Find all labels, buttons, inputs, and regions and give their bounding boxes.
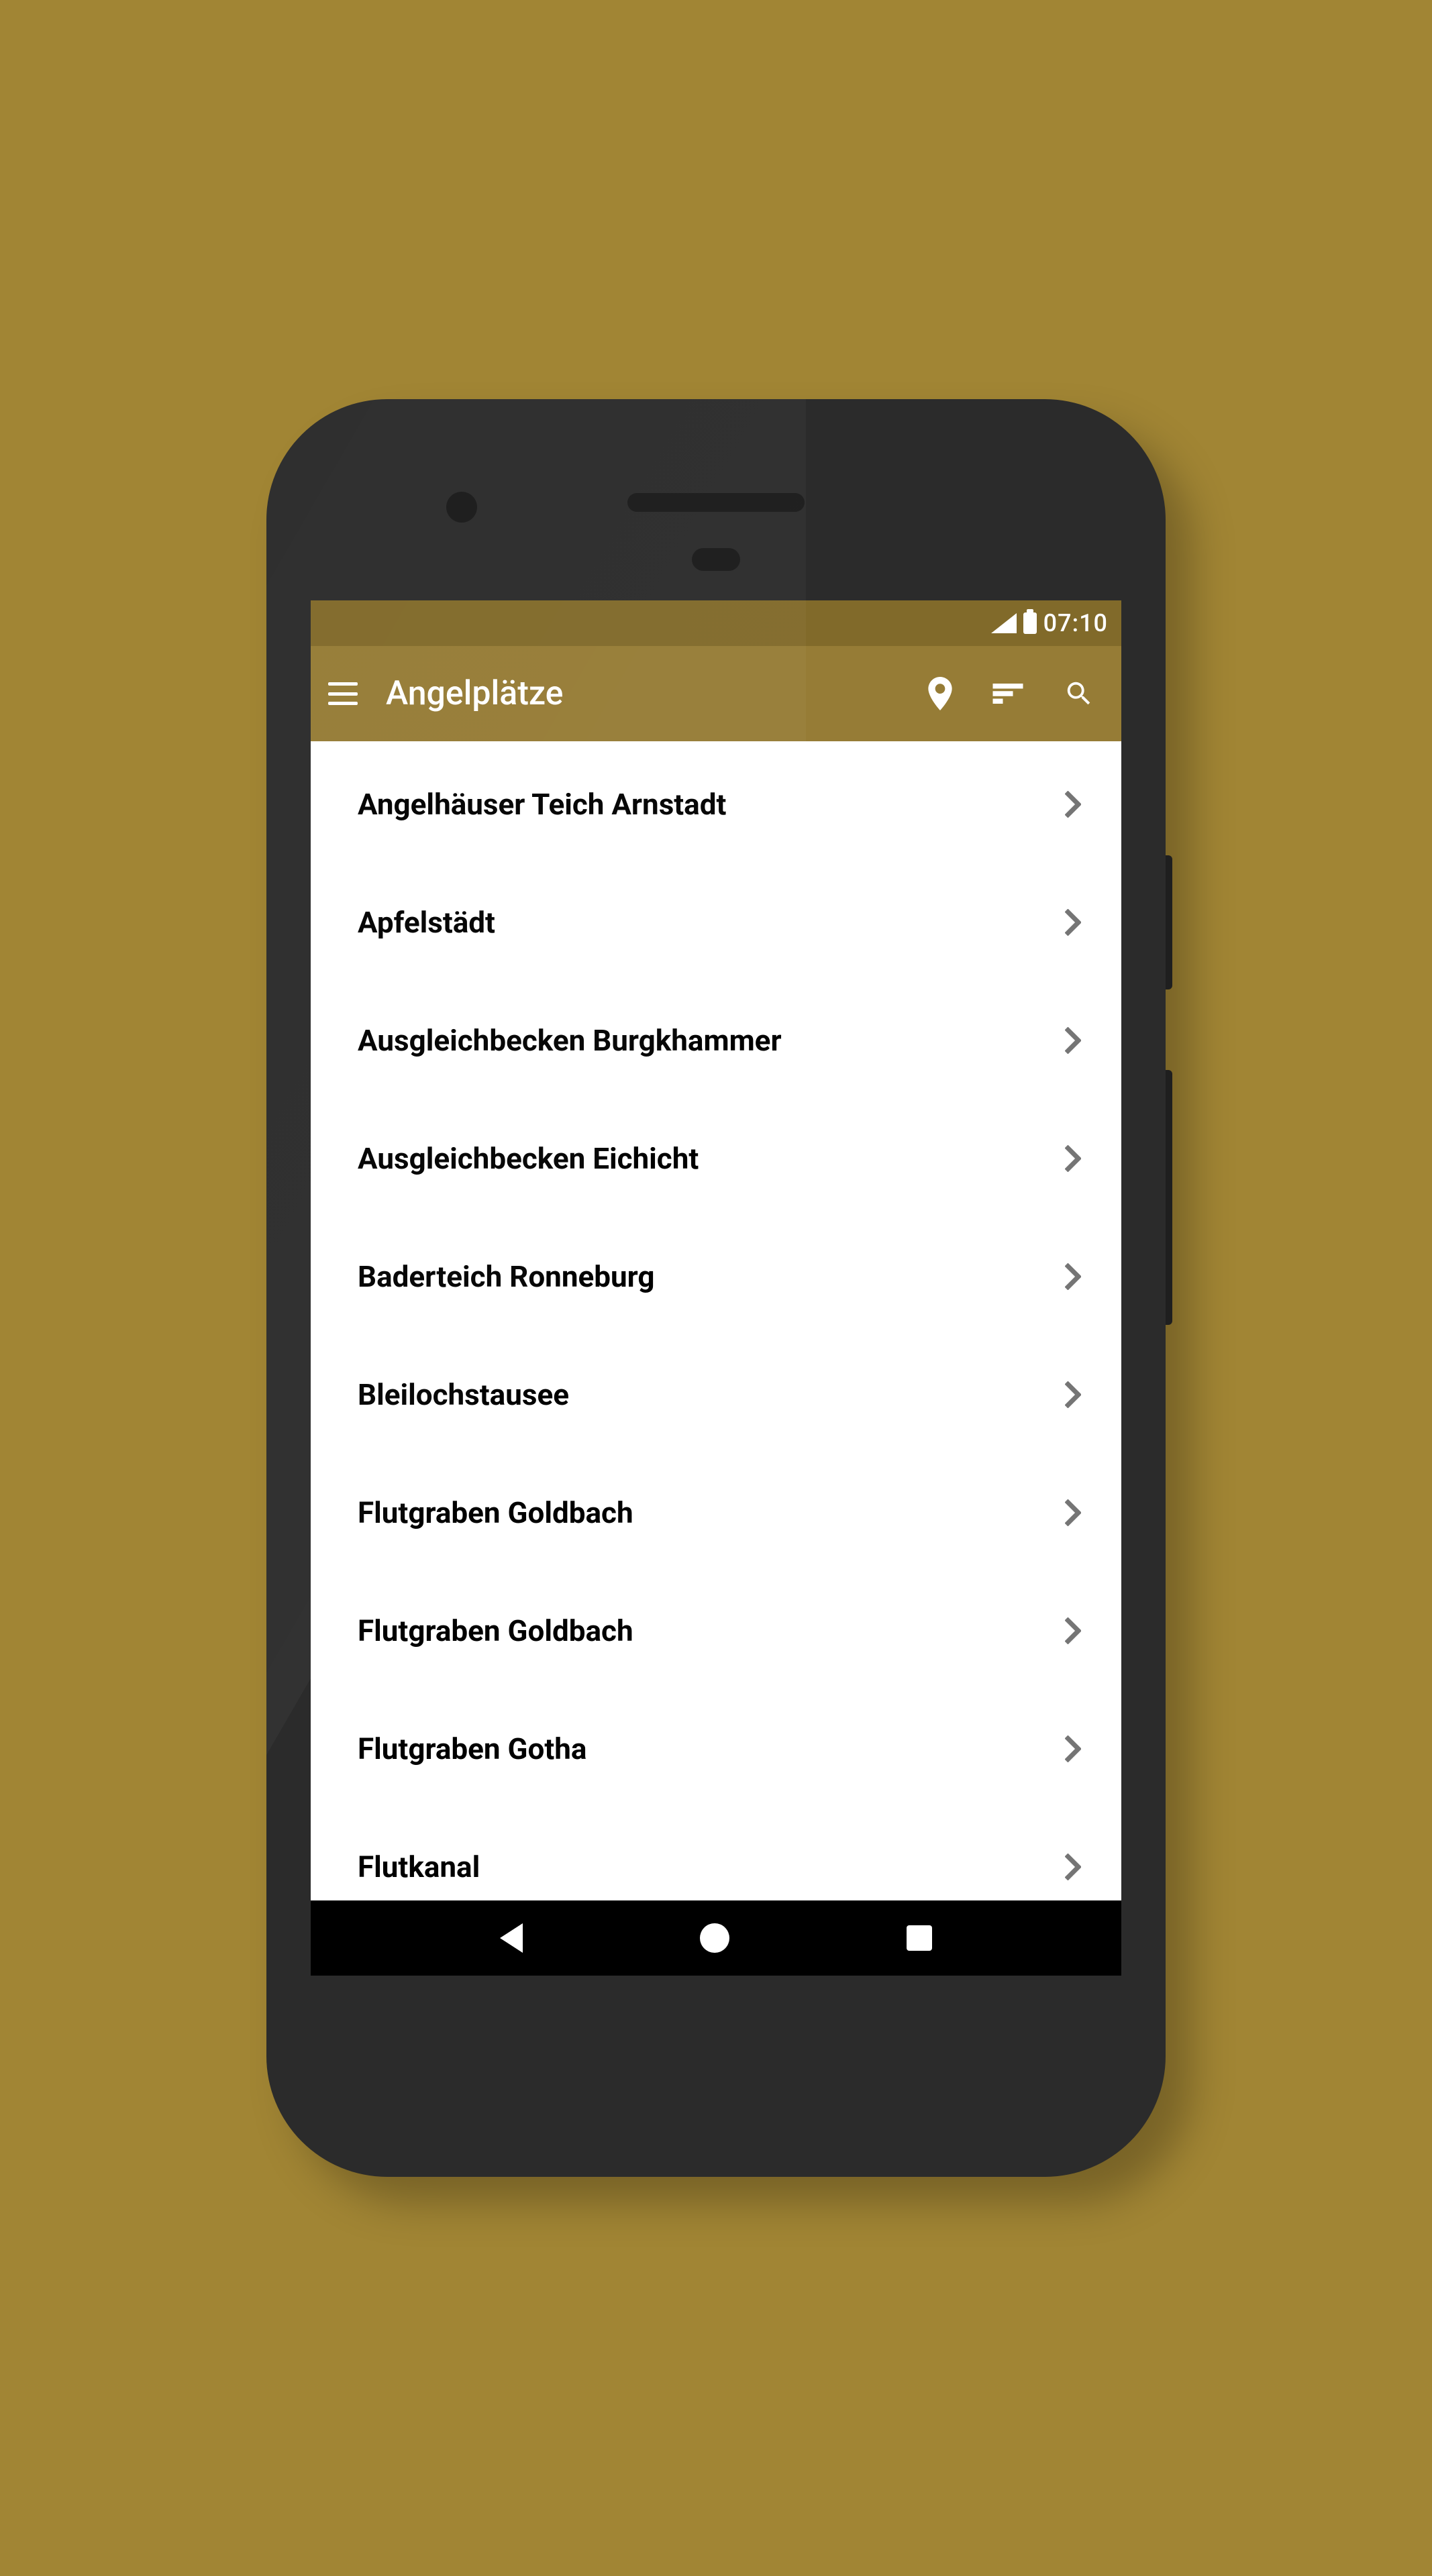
list-item[interactable]: Flutkanal <box>311 1808 1121 1900</box>
chevron-right-icon <box>1065 1499 1081 1526</box>
chevron-right-icon <box>1065 1617 1081 1644</box>
list-item-label: Flutgraben Goldbach <box>358 1495 1065 1530</box>
list-item[interactable]: Flutgraben Goldbach <box>311 1572 1121 1690</box>
list-item[interactable]: Flutgraben Gotha <box>311 1690 1121 1808</box>
list-item-label: Angelhäuser Teich Arnstadt <box>358 787 1065 822</box>
screen: 07:10 Angelplätze <box>311 600 1121 1976</box>
chevron-right-icon <box>1065 1263 1081 1290</box>
list-item-label: Bleilochstausee <box>358 1377 1065 1412</box>
status-bar: 07:10 <box>311 600 1121 646</box>
list-item[interactable]: Ausgleichbecken Burgkhammer <box>311 981 1121 1099</box>
list-item[interactable]: Angelhäuser Teich Arnstadt <box>311 745 1121 863</box>
menu-icon[interactable] <box>328 682 358 705</box>
list-container[interactable]: Angelhäuser Teich Arnstadt Apfelstädt Au… <box>311 741 1121 1900</box>
chevron-right-icon <box>1065 1735 1081 1762</box>
chevron-right-icon <box>1065 1145 1081 1172</box>
chevron-right-icon <box>1065 909 1081 936</box>
sensor-pill <box>692 548 740 571</box>
signal-icon <box>991 613 1017 633</box>
app-bar: Angelplätze <box>311 646 1121 741</box>
list-item[interactable]: Bleilochstausee <box>311 1336 1121 1454</box>
phone-frame: 07:10 Angelplätze <box>266 399 1166 2177</box>
battery-icon <box>1023 612 1037 634</box>
list-item-label: Baderteich Ronneburg <box>358 1259 1065 1294</box>
nav-bar <box>311 1900 1121 1976</box>
list-item-label: Flutkanal <box>358 1849 1065 1884</box>
chevron-right-icon <box>1065 1381 1081 1408</box>
nav-recent-icon[interactable] <box>907 1925 932 1951</box>
list-item[interactable]: Baderteich Ronneburg <box>311 1218 1121 1336</box>
page-title: Angelplätze <box>386 674 900 713</box>
sort-icon[interactable] <box>992 684 1023 704</box>
list-item[interactable]: Apfelstädt <box>311 863 1121 981</box>
list-item-label: Ausgleichbecken Burgkhammer <box>358 1023 1065 1058</box>
chevron-right-icon <box>1065 1027 1081 1054</box>
list-item-label: Flutgraben Gotha <box>358 1731 1065 1766</box>
search-icon[interactable] <box>1064 678 1094 709</box>
list-item[interactable]: Flutgraben Goldbach <box>311 1454 1121 1572</box>
nav-back-icon[interactable] <box>500 1923 523 1953</box>
list-item-label: Ausgleichbecken Eichicht <box>358 1141 1065 1176</box>
list-item-label: Apfelstädt <box>358 905 1065 940</box>
chevron-right-icon <box>1065 791 1081 818</box>
camera-dot <box>446 492 477 523</box>
location-icon[interactable] <box>928 677 952 710</box>
chevron-right-icon <box>1065 1854 1081 1880</box>
list-item-label: Flutgraben Goldbach <box>358 1613 1065 1648</box>
status-time: 07:10 <box>1043 609 1108 637</box>
list-item[interactable]: Ausgleichbecken Eichicht <box>311 1099 1121 1218</box>
speaker-slot <box>627 493 805 512</box>
nav-home-icon[interactable] <box>700 1923 729 1953</box>
